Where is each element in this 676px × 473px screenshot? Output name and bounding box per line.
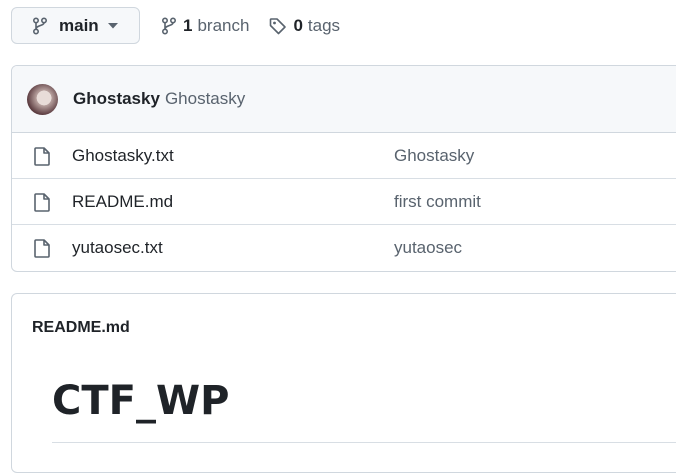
- readme-panel: README.md CTF_WP: [11, 293, 676, 473]
- tags-link[interactable]: 0 tags: [269, 16, 340, 36]
- branch-select-button[interactable]: main: [11, 7, 140, 44]
- tags-label: tags: [307, 15, 341, 35]
- commit-message[interactable]: Ghostasky: [165, 89, 245, 109]
- divider: [52, 442, 676, 443]
- readme-header[interactable]: README.md: [32, 319, 130, 337]
- commit-author[interactable]: Ghostasky: [73, 89, 160, 109]
- git-branch-icon: [161, 16, 177, 35]
- file-name[interactable]: yutaosec.txt: [72, 238, 163, 258]
- file-commit-message[interactable]: Ghostasky: [394, 146, 474, 166]
- file-list: Ghostasky Ghostasky Ghostasky.txt Ghosta…: [11, 65, 676, 272]
- branches-count: 1: [183, 15, 193, 35]
- file-row[interactable]: yutaosec.txt yutaosec: [12, 225, 676, 271]
- file-icon: [34, 193, 50, 212]
- branch-select-label: main: [59, 15, 99, 35]
- file-commit-message[interactable]: yutaosec: [394, 238, 462, 258]
- file-icon: [34, 147, 50, 166]
- latest-commit-bar: Ghostasky Ghostasky: [12, 66, 676, 133]
- repo-toolbar: main 1 branch 0 tags: [11, 6, 340, 45]
- branches-label: branch: [197, 15, 250, 35]
- readme-title: CTF_WP: [52, 378, 230, 424]
- tags-count: 0: [293, 15, 303, 35]
- chevron-down-icon: [107, 22, 118, 29]
- avatar[interactable]: [27, 83, 58, 115]
- tag-icon: [269, 17, 287, 35]
- branches-link[interactable]: 1 branch: [161, 16, 249, 36]
- file-name[interactable]: README.md: [72, 192, 173, 212]
- file-name[interactable]: Ghostasky.txt: [72, 146, 174, 166]
- file-row[interactable]: README.md first commit: [12, 179, 676, 225]
- file-row[interactable]: Ghostasky.txt Ghostasky: [12, 133, 676, 179]
- file-icon: [34, 239, 50, 258]
- git-branch-icon: [32, 16, 48, 35]
- file-commit-message[interactable]: first commit: [394, 192, 481, 212]
